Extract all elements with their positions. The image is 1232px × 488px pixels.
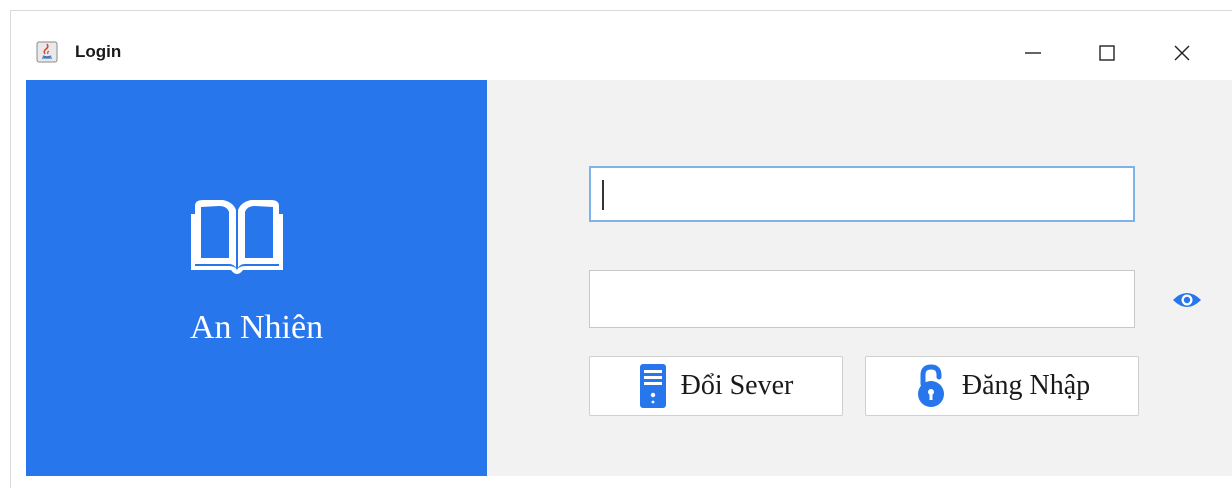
server-icon — [639, 364, 666, 408]
login-content: An Nhiên Đổi Sever Đăng Nhập — [26, 80, 1232, 476]
change-server-button[interactable]: Đổi Sever — [589, 356, 843, 416]
maximize-button[interactable] — [1085, 33, 1129, 73]
minimize-button[interactable] — [1011, 33, 1055, 73]
text-caret — [602, 180, 604, 210]
username-input[interactable] — [589, 166, 1135, 222]
close-button[interactable] — [1160, 33, 1204, 73]
brand-panel: An Nhiên — [26, 80, 487, 476]
maximize-icon — [1099, 45, 1115, 61]
open-book-icon — [191, 200, 283, 274]
unlock-icon — [917, 364, 944, 407]
login-window: Login An Nhiên Đổi Sever Đăng Nhập — [10, 10, 1232, 488]
brand-name: An Nhiên — [189, 309, 324, 346]
close-icon — [1174, 45, 1190, 61]
window-title: Login — [75, 42, 122, 61]
java-app-icon — [36, 41, 58, 63]
password-input[interactable] — [589, 270, 1135, 328]
eye-icon[interactable] — [1172, 289, 1202, 311]
login-button[interactable]: Đăng Nhập — [865, 356, 1139, 416]
change-server-label: Đổi Sever — [680, 370, 794, 401]
minimize-icon — [1025, 52, 1041, 54]
title-bar[interactable]: Login — [11, 11, 1232, 79]
login-label: Đăng Nhập — [961, 370, 1091, 401]
